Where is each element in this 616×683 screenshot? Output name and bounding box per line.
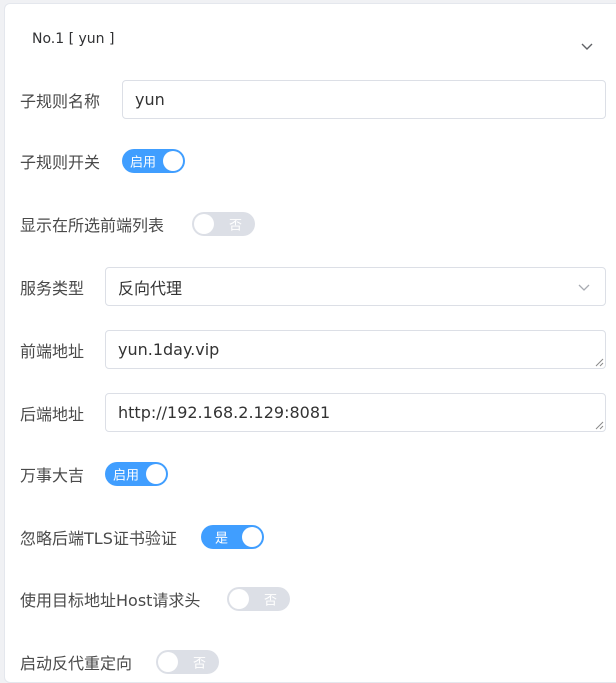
backend-addr-value: http://192.168.2.129:8081 [118,403,331,422]
ignore-tls-switch[interactable]: 是 [201,525,264,549]
rule-name-input[interactable]: yun [122,80,606,119]
rule-title: No.1 [ yun ] [32,31,115,47]
rule-collapse-header[interactable]: No.1 [ yun ] [5,4,616,76]
service-type-value: 反向代理 [118,278,183,298]
switch-knob [194,214,214,234]
field-ignore-tls: 忽略后端TLS证书验证 是 [5,516,616,558]
rule-enabled-text: 启用 [130,155,157,171]
auto-redirect-switch[interactable]: 否 [156,650,219,674]
show-frontend-switch[interactable]: 否 [192,212,255,236]
rule-name-label: 子规则名称 [20,92,101,111]
field-backend-addr: 后端地址 http://192.168.2.129:8081 [5,392,616,434]
field-show-frontend: 显示在所选前端列表 否 [5,203,616,245]
field-lucky: 万事大吉 启用 [5,453,616,495]
auto-redirect-label: 启动反代重定向 [20,654,133,673]
ignore-tls-text: 是 [215,531,229,547]
use-host-header-switch[interactable]: 否 [227,587,290,611]
backend-addr-textarea[interactable]: http://192.168.2.129:8081 [105,393,606,432]
auto-redirect-text: 否 [192,656,206,672]
chevron-down-icon [578,284,590,291]
field-frontend-addr: 前端地址 yun.1day.vip [5,329,616,371]
switch-knob [229,589,249,609]
show-frontend-text: 否 [228,218,242,234]
field-auto-redirect: 启动反代重定向 否 [5,641,616,683]
switch-knob [146,464,166,484]
frontend-addr-label: 前端地址 [20,342,85,361]
frontend-addr-textarea[interactable]: yun.1day.vip [105,330,606,369]
lucky-switch[interactable]: 启用 [105,462,168,486]
rule-panel: No.1 [ yun ] 子规则名称 yun 子规则开关 启用 显示在所选前端列… [4,3,616,683]
backend-addr-label: 后端地址 [20,405,85,424]
lucky-text: 启用 [113,468,140,484]
service-type-select[interactable]: 反向代理 [105,267,606,306]
frontend-addr-value: yun.1day.vip [118,340,220,359]
service-type-label: 服务类型 [20,279,85,298]
resize-handle-icon[interactable] [594,420,604,430]
ignore-tls-label: 忽略后端TLS证书验证 [20,529,177,548]
rule-name-value: yun [135,90,165,109]
resize-handle-icon[interactable] [594,357,604,367]
switch-knob [163,151,183,171]
field-service-type: 服务类型 反向代理 [5,266,616,308]
show-frontend-label: 显示在所选前端列表 [20,216,165,235]
rule-enabled-label: 子规则开关 [20,153,101,172]
use-host-header-label: 使用目标地址Host请求头 [20,591,201,610]
field-rule-name: 子规则名称 yun [5,79,616,121]
switch-knob [242,527,262,547]
use-host-header-text: 否 [263,593,277,609]
rule-enabled-switch[interactable]: 启用 [122,149,185,173]
field-rule-enabled: 子规则开关 启用 [5,140,616,182]
switch-knob [158,652,178,672]
lucky-label: 万事大吉 [20,466,85,485]
field-use-host-header: 使用目标地址Host请求头 否 [5,578,616,620]
chevron-down-icon[interactable] [579,38,595,54]
